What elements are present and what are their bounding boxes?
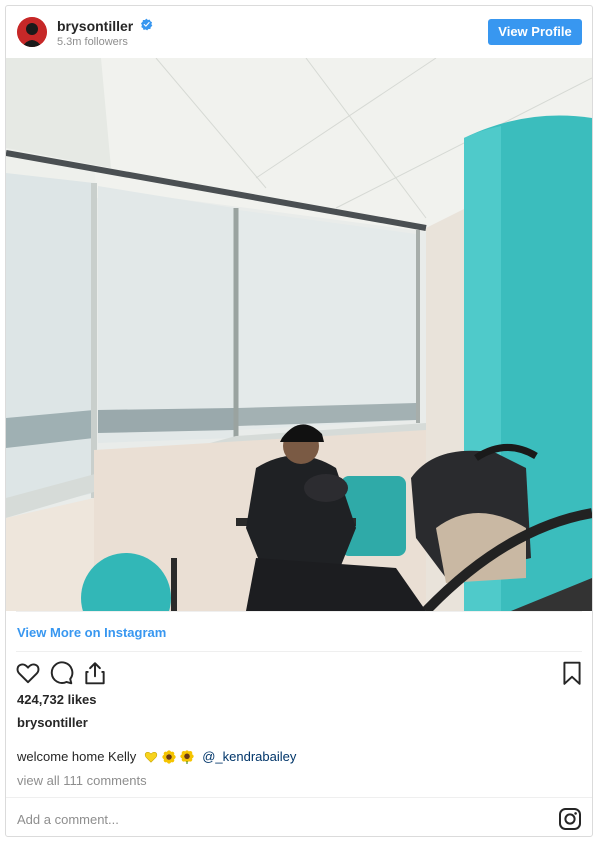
view-comments-link[interactable]: view all 111 comments: [17, 773, 147, 788]
post-author[interactable]: brysontiller: [17, 715, 88, 730]
sunflower-icon: [180, 749, 194, 764]
post-photo[interactable]: [6, 58, 592, 611]
like-count[interactable]: 424,732 likes: [17, 692, 97, 707]
avatar[interactable]: [17, 17, 47, 47]
comment-icon[interactable]: [48, 660, 74, 686]
action-bar: [6, 660, 592, 690]
avatar-image: [17, 17, 47, 47]
mention-link[interactable]: @_kendrabailey: [202, 749, 296, 764]
post-header: brysontiller 5.3m followers View Profile: [6, 6, 592, 58]
header-username[interactable]: brysontiller: [57, 18, 133, 34]
divider: [16, 651, 582, 652]
add-comment-input[interactable]: Add a comment...: [17, 812, 119, 827]
post-photo-image: [6, 58, 592, 611]
divider: [16, 611, 582, 612]
sunflower-icon: [162, 749, 176, 764]
share-icon[interactable]: [82, 660, 108, 686]
bookmark-icon[interactable]: [559, 660, 585, 686]
heart-icon[interactable]: [15, 660, 41, 686]
view-more-link[interactable]: View More on Instagram: [17, 625, 166, 640]
divider: [6, 797, 592, 798]
caption-text: welcome home Kelly: [17, 749, 137, 764]
instagram-embed-card: brysontiller 5.3m followers View Profile: [5, 5, 593, 837]
yellow-heart-icon: [145, 751, 158, 763]
instagram-icon[interactable]: [558, 807, 582, 831]
follower-count: 5.3m followers: [57, 36, 128, 48]
verified-badge-icon: [140, 18, 153, 31]
view-profile-button[interactable]: View Profile: [488, 19, 582, 45]
post-caption: welcome home Kelly @_kendrabailey: [17, 749, 296, 764]
